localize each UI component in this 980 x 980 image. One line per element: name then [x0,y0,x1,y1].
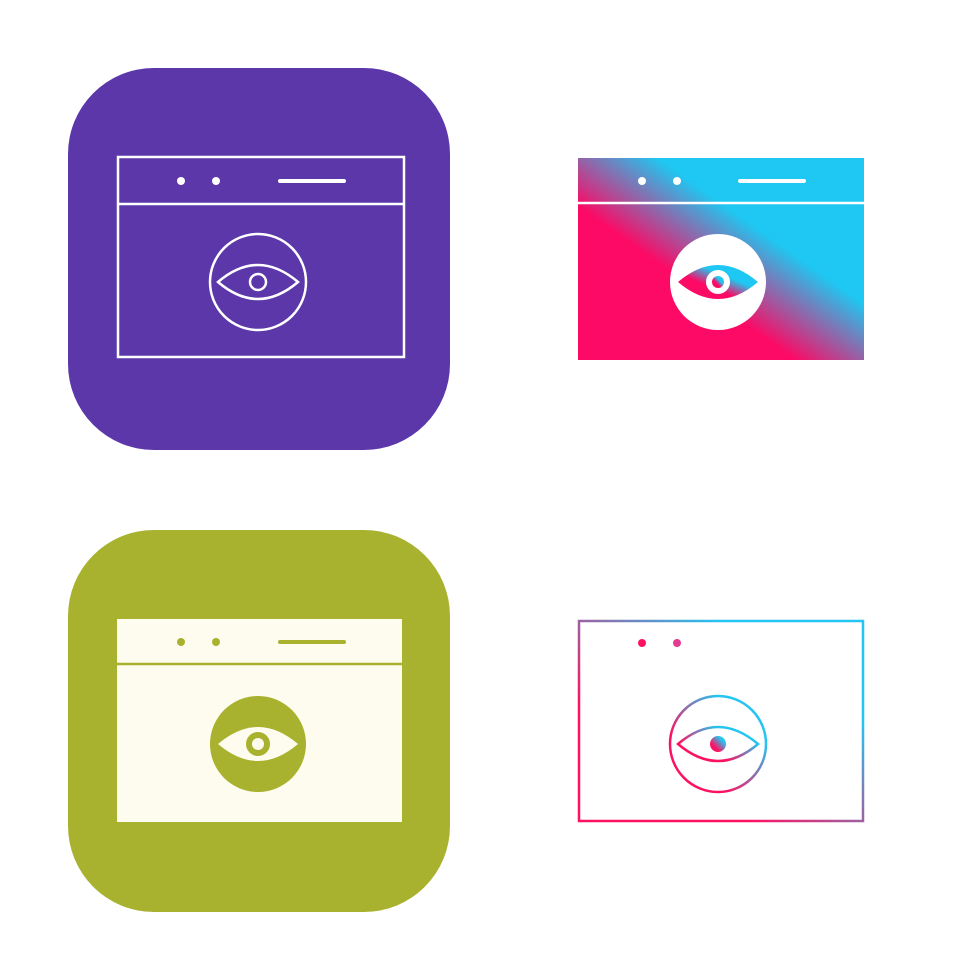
browser-eye-icon [68,530,450,912]
browser-eye-icon [577,619,865,823]
browser-eye-icon [68,68,450,450]
window-dot-2 [212,638,220,646]
window-dot-2 [673,639,681,647]
icon-set-canvas [0,0,980,980]
eye-pupil [712,276,724,288]
window-dot-1 [638,639,646,647]
window-dot-1 [638,177,646,185]
browser-eye-icon [578,158,864,360]
eye-pupil [710,736,726,752]
window-dot-2 [673,177,681,185]
rounded-square-background [68,68,450,450]
eye-pupil [252,738,264,750]
window-dot-1 [177,638,185,646]
window-dot-1 [177,177,185,185]
window-dot-2 [212,177,220,185]
